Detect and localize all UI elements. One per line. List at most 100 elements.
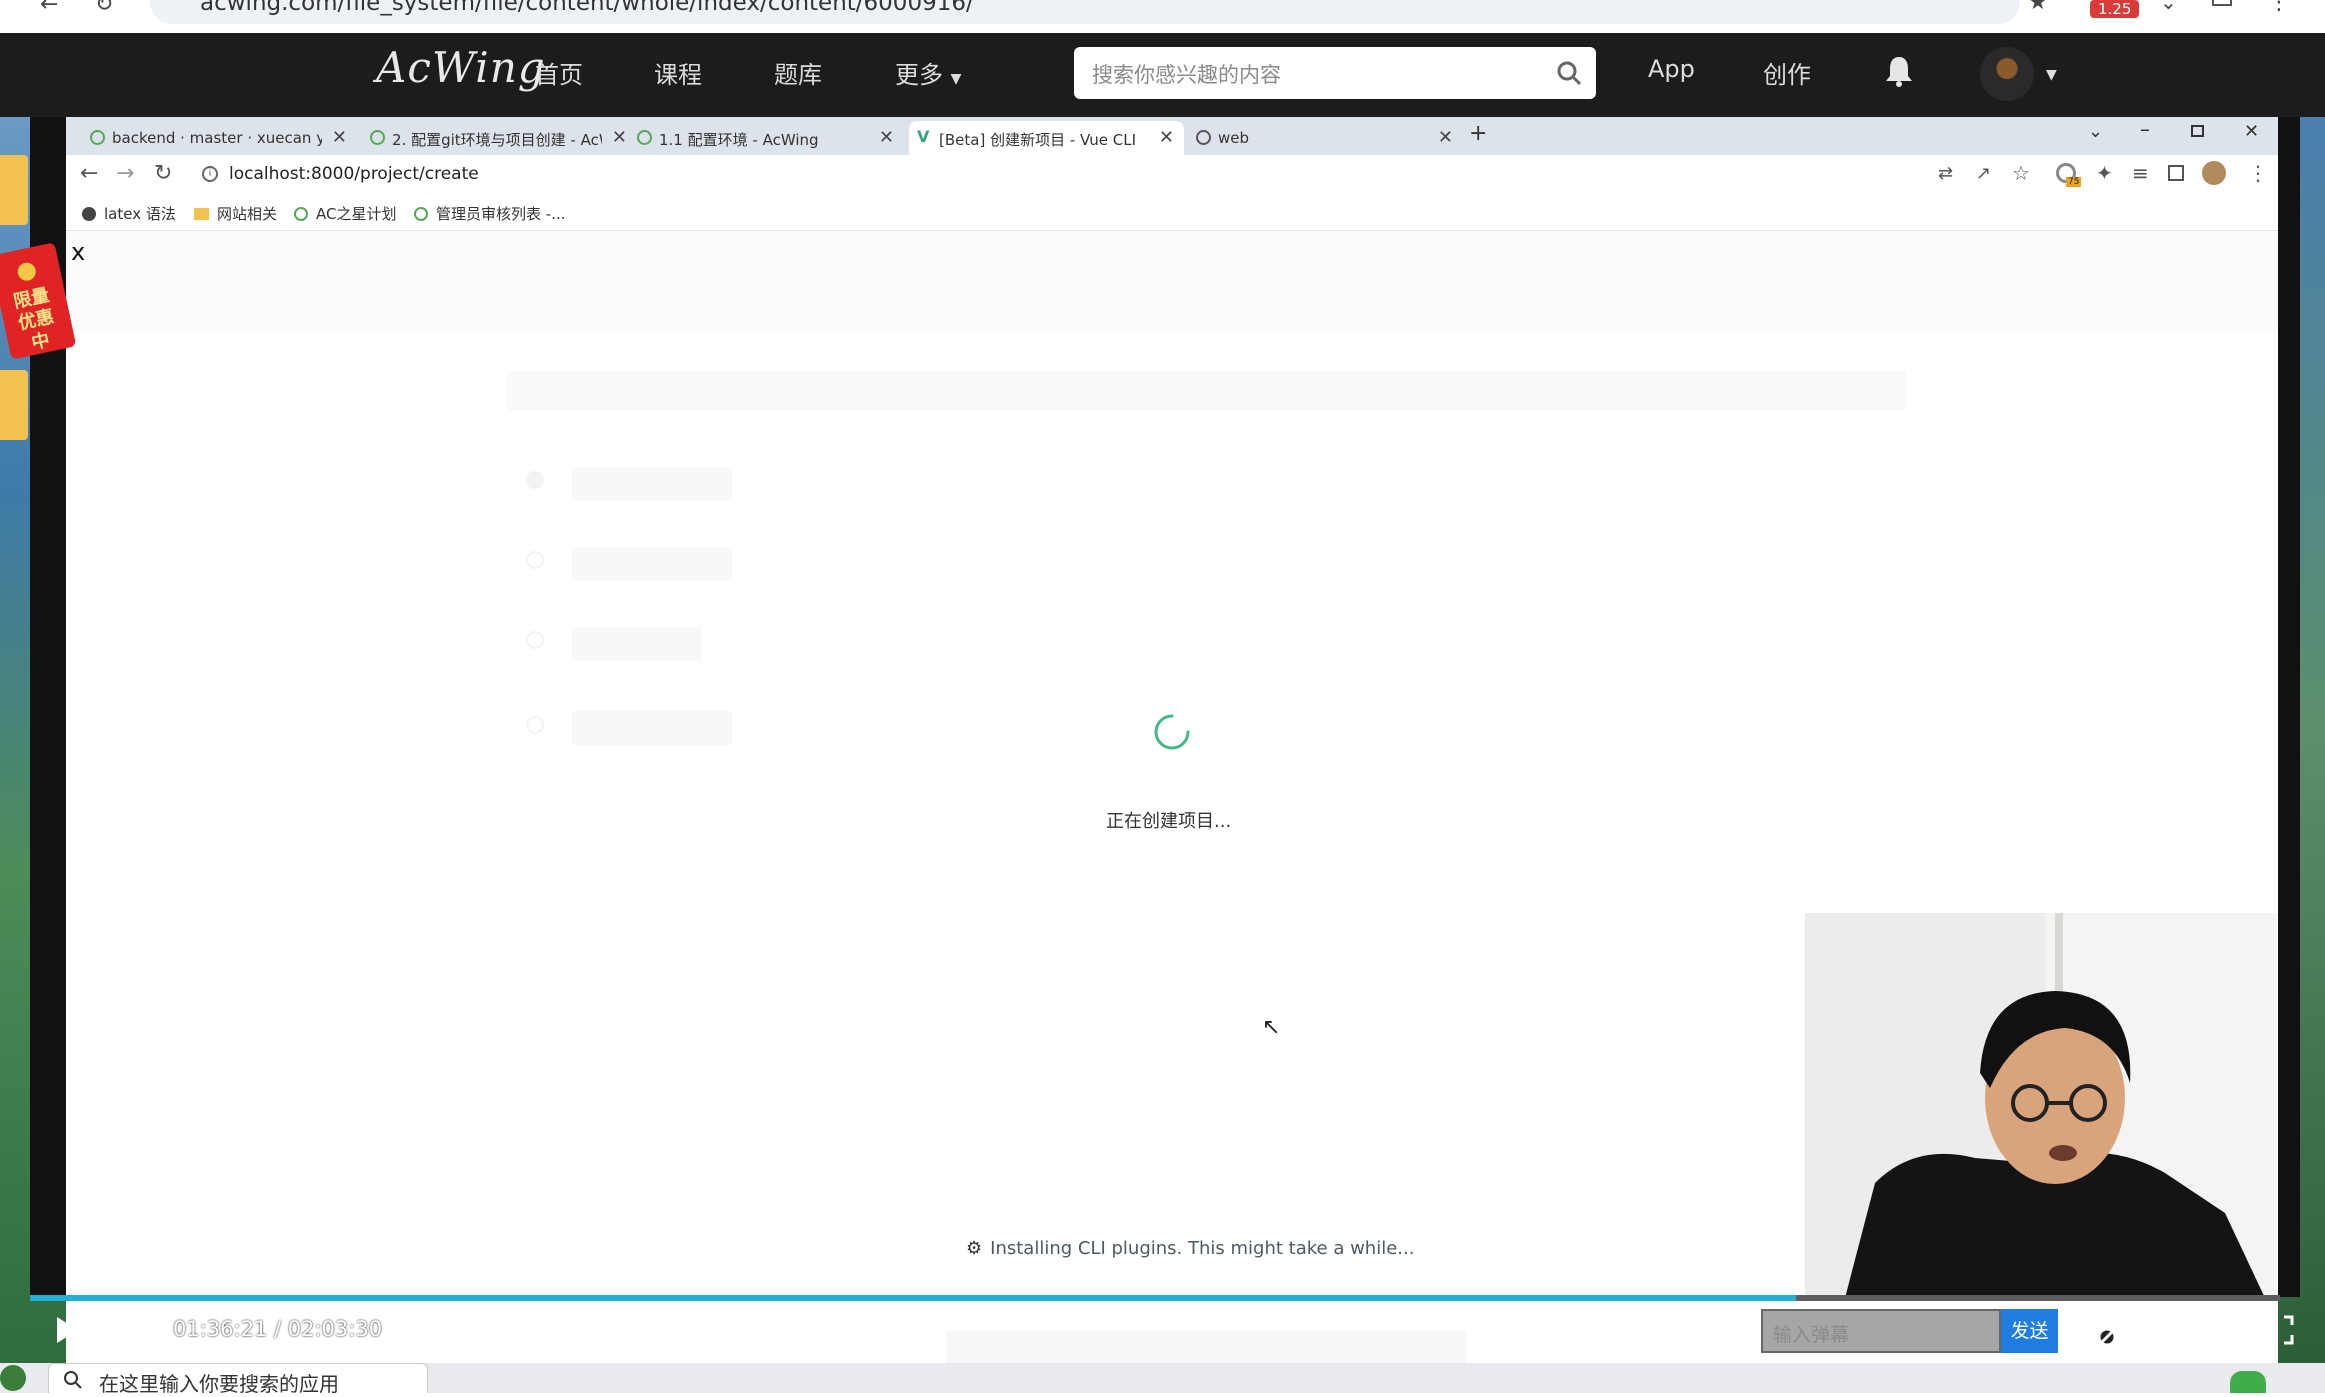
close-icon[interactable]: ✕ bbox=[332, 127, 347, 148]
site-logo[interactable]: AcWing bbox=[376, 43, 546, 92]
acwing-icon bbox=[637, 130, 652, 145]
more-icon[interactable]: ⋮ bbox=[2268, 0, 2290, 15]
coin-icon bbox=[16, 260, 38, 283]
inner-url-text[interactable]: localhost:8000/project/create bbox=[229, 164, 479, 184]
tab-web[interactable]: web ✕ bbox=[1188, 121, 1463, 155]
nav-problems[interactable]: 题库 bbox=[774, 55, 822, 90]
status-icon bbox=[2230, 1371, 2266, 1393]
nav-home[interactable]: 首页 bbox=[535, 55, 583, 90]
window-close-button[interactable]: ✕ bbox=[2244, 121, 2259, 142]
outer-address-bar: acwing.com/file_system/file/content/whol… bbox=[0, 0, 2325, 33]
app-icon[interactable] bbox=[0, 1365, 26, 1391]
page-header-bg bbox=[66, 231, 2278, 331]
back-icon[interactable]: ← bbox=[80, 161, 98, 186]
search-placeholder: 搜索你感兴趣的内容 bbox=[1092, 63, 1281, 87]
profile-avatar[interactable] bbox=[2202, 161, 2226, 185]
tab-title: web bbox=[1218, 129, 1250, 147]
playback-speed[interactable]: 1.0x bbox=[2140, 1317, 2186, 1341]
search-icon bbox=[63, 1370, 83, 1390]
close-icon[interactable]: ✕ bbox=[1438, 127, 1453, 148]
bookmark-admin[interactable]: 管理员审核列表 -... bbox=[414, 203, 566, 224]
acwing-icon bbox=[414, 207, 428, 221]
translate-icon[interactable]: ⇄ bbox=[1938, 163, 1953, 184]
bookmark-label: latex 语法 bbox=[104, 205, 176, 223]
bookmarks-bar: latex 语法 网站相关 AC之星计划 管理员审核列表 -... bbox=[66, 195, 2278, 231]
widescreen-toggle[interactable]: 窄屏 bbox=[2200, 1317, 2242, 1347]
bookmark-label: AC之星计划 bbox=[316, 205, 397, 223]
new-tab-button[interactable]: + bbox=[1469, 121, 1487, 146]
close-icon[interactable]: ✕ bbox=[1159, 127, 1174, 148]
bookmark-star-icon[interactable]: ★ bbox=[2028, 0, 2048, 15]
promo-close-button[interactable]: x bbox=[71, 238, 85, 266]
folder-icon[interactable] bbox=[0, 155, 28, 225]
tab-env-config[interactable]: 1.1 配置环境 - AcWing ✕ bbox=[629, 121, 904, 155]
bell-icon[interactable] bbox=[1884, 55, 1914, 87]
info-banner bbox=[506, 371, 1906, 411]
site-search-input[interactable]: 搜索你感兴趣的内容 bbox=[1074, 47, 1596, 99]
nav-more[interactable]: 更多 ▼ bbox=[895, 55, 961, 90]
os-taskbar: 在这里输入你要搜索的应用 bbox=[0, 1363, 2325, 1396]
puzzle-icon[interactable]: ✦ bbox=[2096, 161, 2113, 185]
window-icon[interactable] bbox=[2212, 0, 2232, 6]
acwing-icon bbox=[370, 130, 385, 145]
nav-create[interactable]: 创作 bbox=[1763, 55, 1811, 90]
minimize-button[interactable]: – bbox=[2140, 117, 2150, 141]
radio-option bbox=[526, 471, 544, 489]
tab-strip: backend · master · xuecan yan ✕ 2. 配置git… bbox=[66, 117, 2278, 155]
reload-icon[interactable]: ↻ bbox=[95, 0, 113, 17]
tab-search-icon[interactable]: ⌄ bbox=[2088, 121, 2103, 142]
reload-icon[interactable]: ↻ bbox=[154, 161, 172, 186]
taskbar-search-input[interactable]: 在这里输入你要搜索的应用 bbox=[48, 1363, 428, 1396]
back-icon[interactable]: ← bbox=[40, 0, 58, 17]
folder-icon bbox=[194, 208, 209, 220]
close-icon[interactable]: ✕ bbox=[879, 127, 894, 148]
nav-app[interactable]: App bbox=[1648, 55, 1695, 83]
send-danmaku-button[interactable]: 发送 bbox=[2001, 1309, 2058, 1353]
playback-time: 01:36:21 / 02:03:30 bbox=[173, 1317, 383, 1341]
bookmark-latex[interactable]: latex 语法 bbox=[82, 203, 176, 224]
creating-status-text: 正在创建项目... bbox=[1106, 811, 1232, 832]
fullscreen-icon[interactable] bbox=[2264, 1315, 2294, 1345]
tab-backend[interactable]: backend · master · xuecan yan ✕ bbox=[82, 121, 357, 155]
vue-icon: V bbox=[917, 127, 930, 146]
radio-option bbox=[526, 716, 544, 734]
danmaku-placeholder: 输入弹幕 bbox=[1773, 1324, 1850, 1346]
promo-text: 限量优惠中 bbox=[11, 284, 56, 354]
forward-icon[interactable]: → bbox=[116, 161, 134, 186]
bookmark-label: 网站相关 bbox=[217, 205, 278, 223]
star-icon[interactable]: ☆ bbox=[2012, 161, 2030, 185]
video-letterbox-right bbox=[2278, 117, 2300, 1297]
tab-title: 1.1 配置环境 - AcWing bbox=[659, 131, 819, 149]
option-label bbox=[572, 627, 702, 661]
tab-title: 2. 配置git环境与项目创建 - AcW bbox=[392, 131, 602, 149]
info-icon[interactable]: i bbox=[202, 166, 218, 182]
install-progress-message: ⚙ Installing CLI plugins. This might take… bbox=[966, 1238, 1414, 1259]
folder-icon[interactable] bbox=[0, 370, 28, 440]
danmaku-toggle-icon[interactable] bbox=[2070, 1315, 2118, 1347]
side-panel-icon[interactable] bbox=[2168, 165, 2184, 181]
tab-git-config[interactable]: 2. 配置git环境与项目创建 - AcW ✕ bbox=[362, 121, 637, 155]
close-icon[interactable]: ✕ bbox=[612, 127, 627, 148]
video-controls: 01:36:21 / 02:03:30 输入弹幕 发送 1.0x 窄屏 bbox=[30, 1301, 2294, 1361]
restore-button[interactable] bbox=[2191, 125, 2204, 137]
volume-icon[interactable] bbox=[114, 1315, 148, 1345]
radio-option bbox=[526, 631, 544, 649]
loading-spinner-icon bbox=[1153, 713, 1191, 751]
menu-icon[interactable]: ⋮ bbox=[2248, 161, 2268, 185]
tab-vue-cli[interactable]: V [Beta] 创建新项目 - Vue CLI ✕ bbox=[909, 121, 1184, 155]
bookmark-ac-star[interactable]: AC之星计划 bbox=[294, 203, 396, 224]
caret-down-icon[interactable]: ▼ bbox=[2046, 67, 2057, 83]
reading-list-icon[interactable]: ≡ bbox=[2132, 161, 2149, 185]
bookmark-sites[interactable]: 网站相关 bbox=[194, 203, 277, 224]
option-label bbox=[572, 547, 732, 581]
github-icon bbox=[82, 207, 96, 221]
extension-badge: 75 bbox=[2066, 177, 2082, 187]
play-icon[interactable] bbox=[54, 1315, 80, 1345]
nav-courses[interactable]: 课程 bbox=[654, 55, 702, 90]
danmaku-input[interactable]: 输入弹幕 bbox=[1761, 1309, 2001, 1353]
caret-down-icon: ▼ bbox=[950, 71, 962, 87]
chevron-down-icon[interactable]: ⌄ bbox=[2160, 0, 2177, 14]
avatar[interactable] bbox=[1980, 47, 2034, 101]
search-icon[interactable] bbox=[1556, 60, 1582, 86]
share-icon[interactable]: ↗ bbox=[1976, 163, 1991, 184]
